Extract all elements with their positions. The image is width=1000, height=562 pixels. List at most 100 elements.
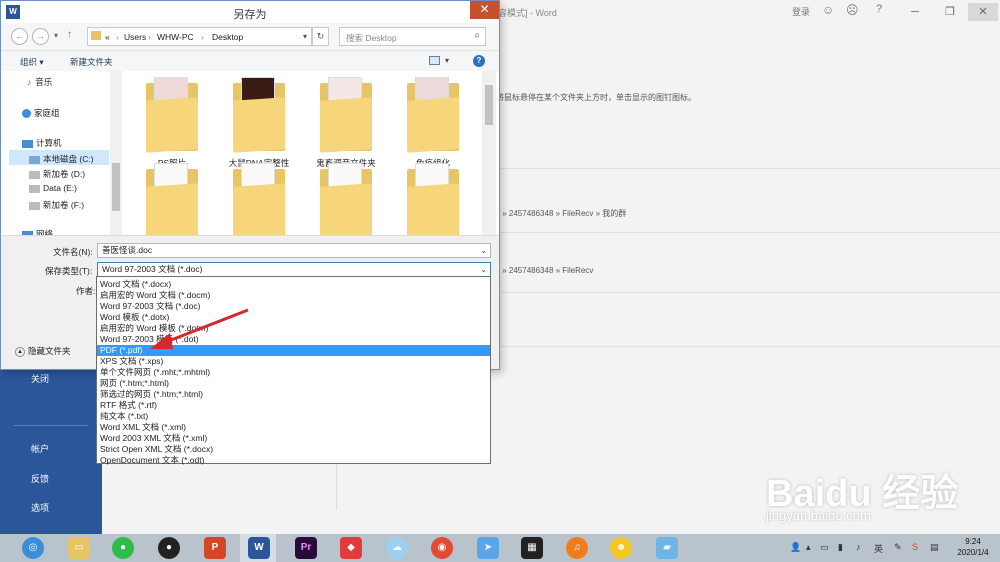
filename-input[interactable]: 善医怪谈.doc ⌄	[97, 243, 491, 258]
forward-arrow-icon[interactable]: →	[32, 28, 49, 45]
up-arrow-icon[interactable]: ↑	[67, 29, 72, 40]
powerpoint-icon[interactable]: P	[204, 537, 226, 559]
address-bar[interactable]: « › Users › WHW-PC › Desktop ▾	[87, 27, 312, 46]
tree-item-drive-e[interactable]: Data (E:)	[29, 183, 77, 193]
system-clock[interactable]: 9:24 2020/1/4	[948, 536, 998, 558]
address-dropdown-icon[interactable]: ▾	[303, 32, 307, 41]
music-player-icon[interactable]: ♫	[566, 537, 588, 559]
view-dropdown-icon[interactable]: ▾	[445, 56, 449, 65]
recent-path-1[interactable]: s » 2457486348 » FileRecv » 我的群	[496, 208, 626, 219]
nav-close[interactable]: 关闭	[31, 372, 49, 385]
ime-indicator[interactable]: 英	[874, 542, 883, 555]
smile-icon[interactable]: ☺	[822, 3, 834, 17]
filetype-option[interactable]: XPS 文档 (*.xps)	[97, 356, 490, 367]
breadcrumb-users[interactable]: Users	[124, 32, 146, 42]
action-center-icon[interactable]: ▤	[930, 542, 939, 553]
filetype-option[interactable]: 筛选过的网页 (*.htm;*.html)	[97, 389, 490, 400]
folder-item[interactable]: 大鼠DNA完整性	[227, 77, 291, 168]
help-icon[interactable]: ?	[473, 55, 485, 67]
explorer-icon[interactable]: ▭	[68, 537, 90, 559]
filetype-option[interactable]: PDF (*.pdf)	[97, 345, 490, 356]
sogou-icon[interactable]: S	[912, 542, 918, 552]
app-icon[interactable]: ◆	[340, 537, 362, 559]
breadcrumb-overflow[interactable]: «	[105, 32, 110, 42]
tree-scrollbar[interactable]	[110, 71, 122, 235]
folder-item[interactable]	[140, 163, 204, 235]
tree-item-drive-c[interactable]: 本地磁盘 (C:)	[29, 153, 94, 165]
search-input[interactable]: 搜索 Desktop ⌕	[339, 27, 486, 46]
filetype-option[interactable]: 单个文件网页 (*.mht;*.mhtml)	[97, 367, 490, 378]
tree-item-music[interactable]: ♪ 音乐	[27, 76, 52, 88]
nav-options[interactable]: 选项	[31, 501, 49, 514]
file-list-scroll-thumb[interactable]	[485, 85, 493, 125]
filetype-option[interactable]: 纯文本 (*.txt)	[97, 411, 490, 422]
folder-item[interactable]	[314, 163, 378, 235]
organize-button[interactable]: 组织 ▾	[20, 56, 44, 68]
dialog-titlebar[interactable]: W 另存为 ✕	[1, 1, 499, 23]
filetype-select[interactable]: Word 97-2003 文档 (*.doc) ⌄	[97, 262, 491, 277]
folder-item[interactable]	[401, 163, 465, 235]
folder-item[interactable]	[227, 163, 291, 235]
folder-item[interactable]: 免疫组化	[401, 77, 465, 168]
tree-item-computer[interactable]: 计算机	[22, 137, 62, 149]
word-window-title: 容模式] - Word	[498, 8, 557, 18]
tree-item-network[interactable]: 网络	[22, 228, 53, 235]
tree-item-homegroup[interactable]: 家庭组	[22, 107, 60, 119]
premiere-icon[interactable]: Pr	[295, 537, 317, 559]
tray-up-icon[interactable]: ▴	[806, 542, 811, 553]
filetype-option[interactable]: Word 2003 XML 文档 (*.xml)	[97, 433, 490, 444]
file-list-scrollbar[interactable]	[482, 71, 496, 235]
close-button[interactable]: ✕	[968, 3, 998, 21]
filetype-option[interactable]: Word 模板 (*.dotx)	[97, 312, 490, 323]
tree-scroll-thumb[interactable]	[112, 163, 120, 211]
history-chevron-icon[interactable]: ▾	[54, 31, 58, 40]
view-options-icon[interactable]	[429, 56, 440, 65]
wechat-icon[interactable]: ●	[112, 537, 134, 559]
chrome-icon[interactable]: ◉	[431, 537, 453, 559]
new-folder-button[interactable]: 新建文件夹	[70, 56, 113, 68]
filetype-option[interactable]: Word XML 文档 (*.xml)	[97, 422, 490, 433]
word-icon[interactable]: W	[248, 537, 270, 559]
send-icon[interactable]: ➤	[477, 537, 499, 559]
tablet-icon[interactable]: ▰	[656, 537, 678, 559]
nav-account[interactable]: 帐户	[31, 442, 49, 455]
cloud-icon[interactable]: ☁	[386, 537, 408, 559]
frown-icon[interactable]: ☹	[846, 3, 859, 17]
minimize-button[interactable]: ─	[900, 3, 930, 21]
refresh-icon[interactable]: ↻	[312, 27, 329, 46]
pen-icon[interactable]: ✎	[894, 542, 902, 553]
dialog-close-button[interactable]: ✕	[470, 1, 499, 19]
restore-button[interactable]: ❐	[935, 3, 965, 21]
qq-icon[interactable]: ●	[158, 537, 180, 559]
browser-icon[interactable]: ◎	[22, 537, 44, 559]
filetype-option[interactable]: 启用宏的 Word 模板 (*.dotm)	[97, 323, 490, 334]
chevron-down-icon[interactable]: ⌄	[480, 244, 487, 257]
breadcrumb-desktop[interactable]: Desktop	[212, 32, 243, 42]
filetype-option[interactable]: Word 文档 (*.docx)	[97, 279, 490, 290]
login-link[interactable]: 登录	[792, 5, 810, 18]
filetype-option[interactable]: Word 97-2003 模板 (*.dot)	[97, 334, 490, 345]
tree-item-drive-d[interactable]: 新加卷 (D:)	[29, 168, 85, 180]
folder-item[interactable]: PS照片	[140, 77, 204, 168]
filetype-option[interactable]: RTF 格式 (*.rtf)	[97, 400, 490, 411]
battery-icon[interactable]: ▭	[820, 542, 829, 553]
filetype-option[interactable]: 网页 (*.htm;*.html)	[97, 378, 490, 389]
help-icon[interactable]: ?	[876, 3, 882, 15]
folder-item[interactable]: 鬼畜调音文件夹	[314, 77, 378, 168]
tree-item-drive-f[interactable]: 新加卷 (F:)	[29, 199, 84, 211]
filetype-option[interactable]: OpenDocument 文本 (*.odt)	[97, 455, 490, 466]
filetype-option[interactable]: Strict Open XML 文档 (*.docx)	[97, 444, 490, 455]
avatar-icon[interactable]: ☻	[610, 537, 632, 559]
recent-path-2[interactable]: s » 2457486348 » FileRecv	[496, 266, 593, 275]
filetype-option[interactable]: 启用宏的 Word 文档 (*.docm)	[97, 290, 490, 301]
chevron-down-icon[interactable]: ⌄	[480, 263, 487, 276]
hide-folders-button[interactable]: ▲ 隐藏文件夹	[15, 345, 71, 357]
video-icon[interactable]: ▦	[521, 537, 543, 559]
back-arrow-icon[interactable]: ←	[11, 28, 28, 45]
network-tray-icon[interactable]: ▮	[838, 542, 843, 553]
filetype-option[interactable]: Word 97-2003 文档 (*.doc)	[97, 301, 490, 312]
user-tray-icon[interactable]: 👤	[790, 542, 801, 553]
volume-icon[interactable]: ♪	[856, 542, 861, 552]
nav-feedback[interactable]: 反馈	[31, 472, 49, 485]
breadcrumb-whw-pc[interactable]: WHW-PC	[157, 32, 194, 42]
